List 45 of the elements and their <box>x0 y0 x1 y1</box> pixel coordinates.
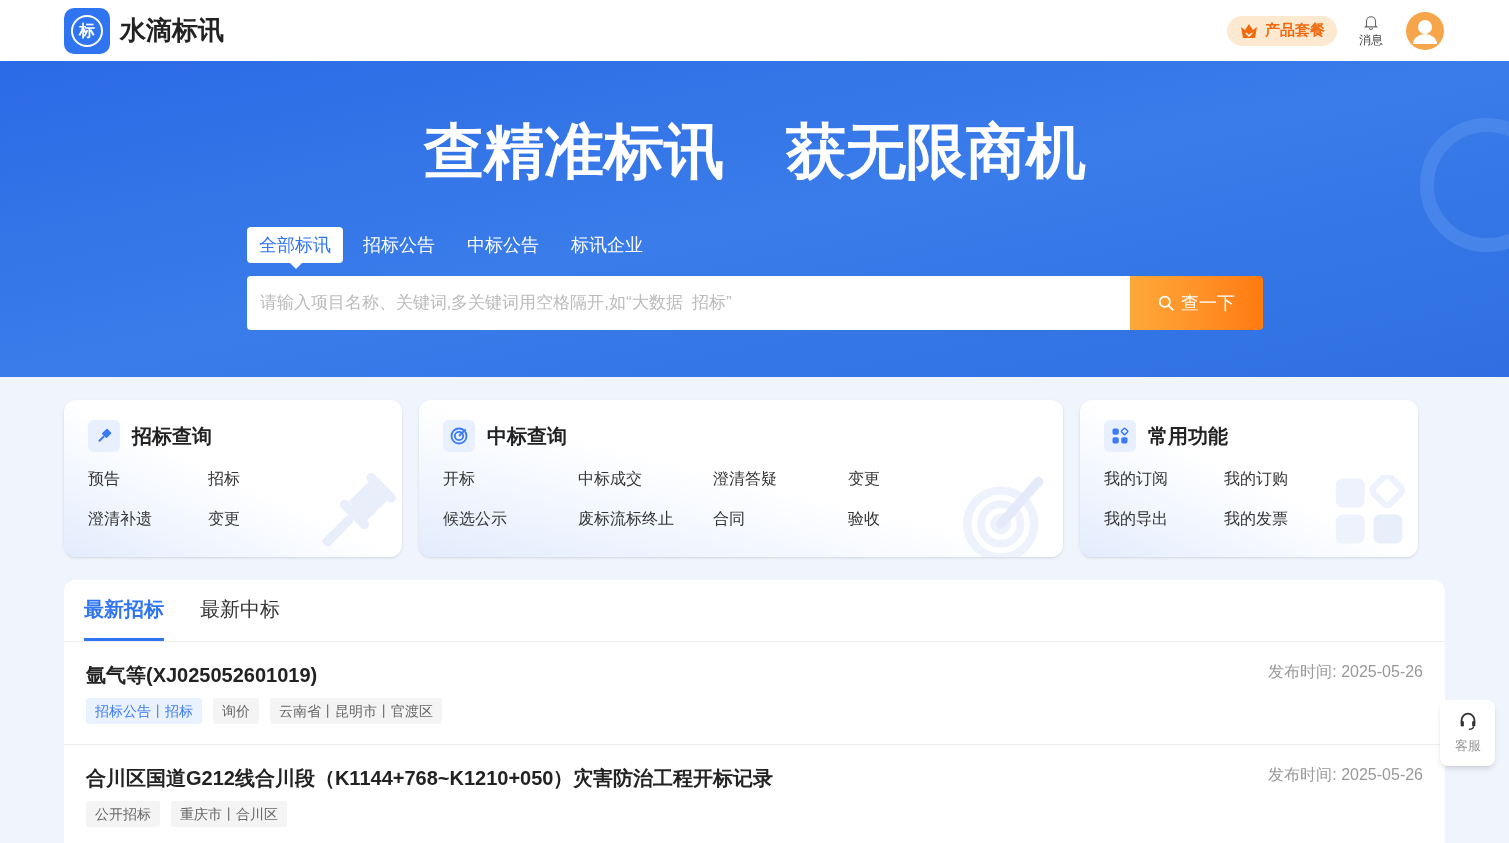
card-title: 常用功能 <box>1148 424 1228 449</box>
card-link[interactable]: 中标成交 <box>578 468 713 490</box>
list-tab[interactable]: 最新中标 <box>200 580 280 641</box>
search-tab[interactable]: 中标公告 <box>454 227 551 263</box>
list-tab[interactable]: 最新招标 <box>84 580 164 641</box>
card-title: 中标查询 <box>487 424 567 449</box>
card-link[interactable]: 澄清答疑 <box>713 468 848 490</box>
messages-button[interactable]: 消息 <box>1359 12 1383 49</box>
card-link[interactable]: 预告 <box>88 468 208 490</box>
tag: 招标公告丨招标 <box>86 698 202 724</box>
bid-title[interactable]: 合川区国道G212线合川段（K1144+768~K1210+050）灾害防治工程开标记录 <box>86 763 774 793</box>
target-icon <box>443 420 475 452</box>
tag: 云南省丨昆明市丨官渡区 <box>270 698 442 724</box>
bid-title[interactable]: 氩气等(XJ025052601019) <box>86 660 318 690</box>
search-tab[interactable]: 标讯企业 <box>558 227 655 263</box>
search-tab[interactable]: 招标公告 <box>350 227 447 263</box>
card-link[interactable]: 验收 <box>848 508 983 530</box>
card-link[interactable]: 开标 <box>443 468 578 490</box>
search-icon <box>1157 294 1175 312</box>
card-title: 招标查询 <box>132 424 212 449</box>
tag: 询价 <box>213 698 259 724</box>
logo-mark: 标 <box>71 14 103 47</box>
card-link[interactable]: 我的导出 <box>1104 508 1224 530</box>
tab-pointer-icon <box>289 263 302 269</box>
apps-icon <box>1104 420 1136 452</box>
card-link[interactable]: 合同 <box>713 508 848 530</box>
gavel-icon <box>88 420 120 452</box>
publish-date: 发布时间: 2025-05-26 <box>1268 765 1423 785</box>
card-link[interactable]: 澄清补遗 <box>88 508 208 530</box>
card-link[interactable]: 我的发票 <box>1224 508 1344 530</box>
brand-name: 水滴标讯 <box>120 14 224 47</box>
card-link[interactable]: 变更 <box>208 508 328 530</box>
card-link[interactable]: 候选公示 <box>443 508 578 530</box>
card-link[interactable]: 招标 <box>208 468 328 490</box>
hero-slogan: 获无限商机 <box>785 117 1086 187</box>
card-link[interactable]: 我的订阅 <box>1104 468 1224 490</box>
card-link[interactable]: 变更 <box>848 468 983 490</box>
card-link[interactable]: 我的订购 <box>1224 468 1344 490</box>
hero-slogan: 查精准标讯 <box>423 117 724 187</box>
tag: 重庆市丨合川区 <box>171 801 287 827</box>
card-link[interactable]: 废标流标终止 <box>578 508 713 530</box>
avatar[interactable] <box>1405 10 1445 51</box>
publish-date: 发布时间: 2025-05-26 <box>1268 662 1423 682</box>
search-field[interactable]: 请输入项目名称、关键词,多关键词用空格隔开,如“大数据 招标” <box>246 276 1130 330</box>
tag: 公开招标 <box>86 801 160 827</box>
